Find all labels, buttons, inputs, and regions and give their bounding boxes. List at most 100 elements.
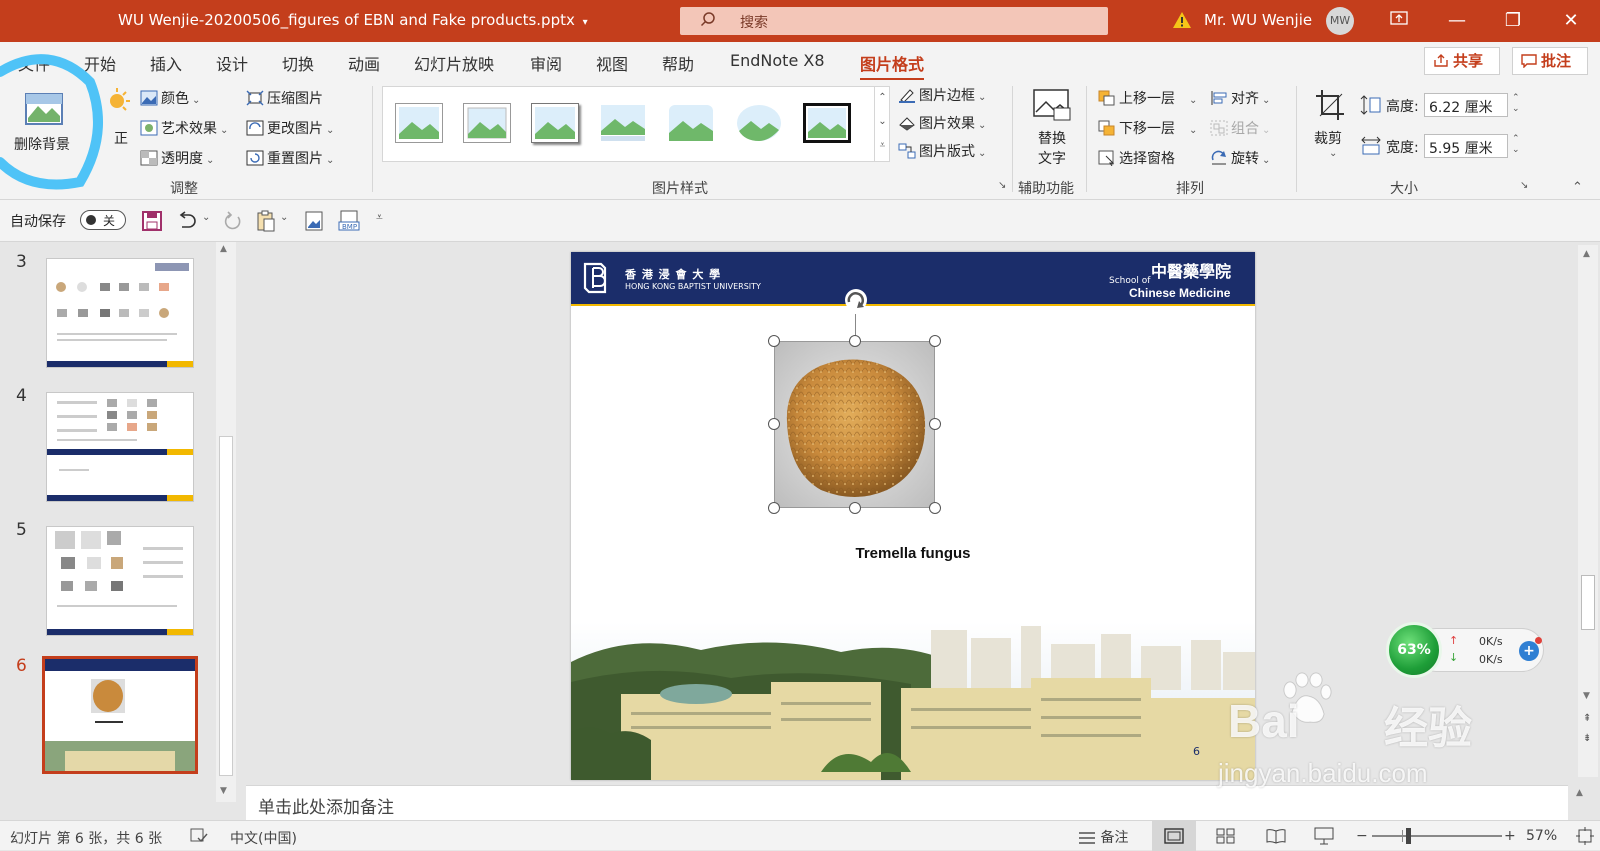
slide-thumbnail[interactable]: [46, 258, 194, 368]
scroll-thumb[interactable]: [219, 436, 233, 776]
rotate-button[interactable]: 旋转 ⌄: [1210, 148, 1270, 168]
close-icon[interactable]: ✕: [1560, 10, 1582, 32]
normal-view-button[interactable]: [1152, 821, 1196, 851]
resize-handle[interactable]: [849, 335, 861, 347]
tab-insert[interactable]: 插入: [150, 51, 182, 75]
reading-view-icon[interactable]: [1266, 828, 1286, 844]
main-scrollbar[interactable]: ▲ ▼ ⇞ ⇟: [1578, 245, 1598, 777]
selected-picture[interactable]: [774, 341, 935, 508]
picture-layout-button[interactable]: 图片版式 ⌄: [898, 141, 986, 161]
redo-icon[interactable]: [222, 211, 244, 231]
zoom-slider-thumb[interactable]: [1406, 828, 1411, 844]
dialog-launcher-icon[interactable]: ↘: [998, 180, 1006, 191]
artistic-effects-button[interactable]: 艺术效果 ⌄: [140, 118, 228, 138]
tab-transitions[interactable]: 切换: [282, 51, 314, 75]
notes-scroll-up-icon[interactable]: ▲: [1576, 788, 1583, 798]
language-indicator[interactable]: 中文(中国): [230, 828, 297, 848]
tab-design[interactable]: 设计: [216, 51, 248, 75]
scroll-thumb[interactable]: [1581, 575, 1595, 630]
search-box[interactable]: 搜索: [680, 7, 1108, 35]
fit-to-window-icon[interactable]: [1576, 827, 1594, 845]
thumbnail-scrollbar[interactable]: ▲ ▼: [216, 242, 236, 802]
picture-effects-button[interactable]: 图片效果 ⌄: [898, 113, 986, 133]
width-input[interactable]: 5.95 厘米: [1424, 134, 1508, 158]
rotate-handle-icon[interactable]: [841, 288, 871, 316]
style-thumb[interactable]: [531, 103, 579, 143]
resize-handle[interactable]: [929, 502, 941, 514]
notes-toggle-button[interactable]: 备注: [1072, 823, 1134, 849]
avatar[interactable]: MW: [1326, 7, 1354, 35]
scroll-up-icon[interactable]: ▲: [220, 244, 227, 254]
memory-usage-ball[interactable]: 63%: [1386, 622, 1442, 678]
warning-icon[interactable]: [1172, 10, 1192, 30]
dialog-launcher-icon[interactable]: ↘: [1520, 180, 1528, 191]
resize-handle[interactable]: [768, 335, 780, 347]
scroll-down-icon[interactable]: ▼: [220, 786, 227, 796]
zoom-level[interactable]: 57%: [1526, 828, 1557, 844]
zoom-slider[interactable]: [1372, 828, 1502, 844]
paste-dropdown-icon[interactable]: ⌄: [280, 212, 288, 223]
style-thumb[interactable]: [395, 103, 443, 143]
undo-dropdown-icon[interactable]: ⌄: [202, 212, 210, 223]
ribbon-display-icon[interactable]: [1388, 10, 1410, 32]
slide-canvas[interactable]: 香 港 浸 會 大 學 HONG KONG BAPTIST UNIVERSITY…: [571, 252, 1255, 780]
next-slide-icon[interactable]: ⇟: [1583, 733, 1591, 744]
network-monitor-widget[interactable]: ↑ 0K/s ↓ 0K/s + 63%: [1386, 622, 1544, 678]
gallery-scroll[interactable]: ⌃ ⌄ ⩡: [874, 86, 890, 162]
collapse-ribbon-icon[interactable]: ⌃: [1572, 180, 1583, 195]
customize-qat-icon[interactable]: ⩡: [376, 210, 383, 225]
picture-caption[interactable]: Tremella fungus: [625, 545, 1201, 562]
comments-button[interactable]: 批注: [1512, 47, 1588, 75]
user-name[interactable]: Mr. WU Wenjie: [1204, 11, 1312, 29]
save-icon[interactable]: [142, 211, 162, 231]
undo-icon[interactable]: [176, 211, 198, 231]
selection-pane-button[interactable]: 选择窗格: [1098, 148, 1175, 168]
group-button[interactable]: 组合 ⌄: [1210, 118, 1270, 138]
document-title[interactable]: WU Wenjie-20200506_figures of EBN and Fa…: [118, 11, 588, 29]
resize-handle[interactable]: [929, 418, 941, 430]
autosave-toggle[interactable]: 关: [80, 210, 126, 230]
add-icon[interactable]: +: [1519, 641, 1539, 661]
tab-endnote[interactable]: EndNote X8: [730, 51, 825, 70]
slide-thumbnail-active[interactable]: [42, 656, 198, 774]
slide-sorter-icon[interactable]: [1216, 828, 1236, 844]
tab-slideshow[interactable]: 幻灯片放映: [414, 51, 494, 75]
paste-icon[interactable]: [256, 210, 276, 232]
scroll-up-icon[interactable]: ▲: [1583, 249, 1590, 259]
resize-handle[interactable]: [849, 502, 861, 514]
height-input[interactable]: 6.22 厘米: [1424, 93, 1508, 117]
transparency-button[interactable]: 透明度 ⌄: [140, 148, 214, 168]
insert-picture-icon[interactable]: [304, 210, 324, 232]
minimize-icon[interactable]: —: [1446, 10, 1468, 32]
slide-thumbnail[interactable]: [46, 526, 194, 636]
crop-button[interactable]: 裁剪 ⌄: [1308, 86, 1352, 172]
tab-animations[interactable]: 动画: [348, 51, 380, 75]
tab-picture-format[interactable]: 图片格式: [860, 51, 925, 81]
restore-icon[interactable]: ❐: [1502, 10, 1524, 32]
zoom-out-icon[interactable]: −: [1356, 828, 1368, 844]
tab-help[interactable]: 帮助: [662, 51, 694, 75]
tab-view[interactable]: 视图: [596, 51, 628, 75]
resize-handle[interactable]: [768, 502, 780, 514]
zoom-in-icon[interactable]: +: [1504, 828, 1516, 844]
scroll-down-icon[interactable]: ▼: [1583, 691, 1590, 701]
compress-pictures-button[interactable]: 压缩图片: [246, 88, 323, 108]
accessibility-check-icon[interactable]: [190, 828, 208, 844]
send-backward-button[interactable]: 下移一层 ⌄: [1098, 118, 1197, 138]
style-thumb[interactable]: [463, 103, 511, 143]
style-thumb[interactable]: [667, 103, 715, 143]
corrections-button[interactable]: 正: [104, 88, 130, 147]
slide-thumbnail[interactable]: [46, 392, 194, 502]
previous-slide-icon[interactable]: ⇞: [1583, 713, 1591, 724]
style-thumb[interactable]: [803, 103, 851, 143]
reset-picture-button[interactable]: 重置图片 ⌄: [246, 148, 334, 168]
bmp-icon[interactable]: BMP: [338, 210, 360, 232]
picture-border-button[interactable]: 图片边框 ⌄: [898, 85, 986, 105]
align-button[interactable]: 对齐 ⌄: [1210, 88, 1270, 108]
resize-handle[interactable]: [768, 418, 780, 430]
change-picture-button[interactable]: 更改图片 ⌄: [246, 118, 334, 138]
tab-review[interactable]: 审阅: [530, 51, 562, 75]
width-spinner[interactable]: ⌃ ⌄: [1512, 134, 1526, 158]
style-thumb[interactable]: [735, 103, 783, 143]
share-button[interactable]: 共享: [1424, 47, 1500, 75]
